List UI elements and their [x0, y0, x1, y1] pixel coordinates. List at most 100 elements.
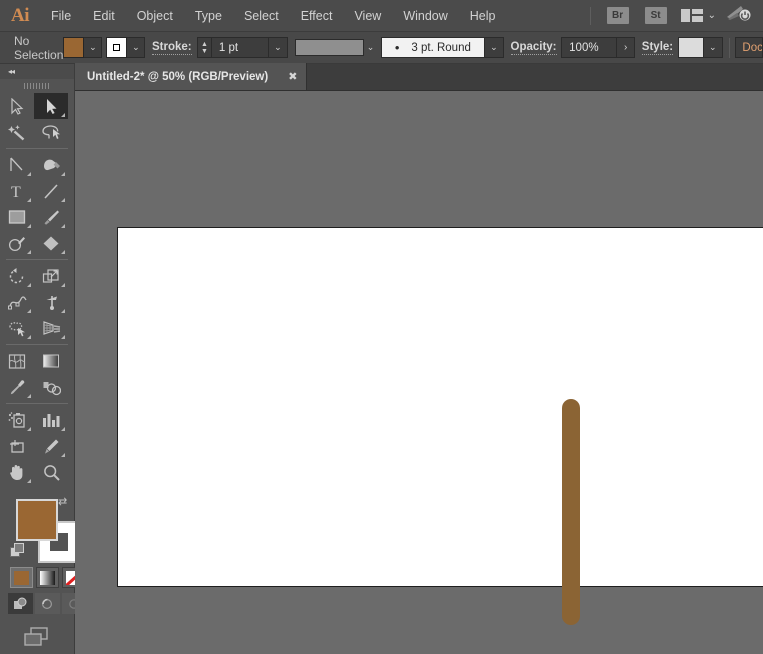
svg-text:T: T [11, 184, 21, 200]
stroke-profile-select[interactable] [295, 39, 365, 56]
slice-tool[interactable] [34, 433, 68, 459]
stock-button[interactable]: St [645, 7, 667, 24]
menubar-divider [590, 7, 591, 25]
menu-bar: Ai File Edit Object Type Select Effect V… [0, 0, 763, 32]
pencil-tool[interactable] [0, 230, 34, 256]
type-tool[interactable]: T [0, 178, 34, 204]
pen-tool[interactable] [0, 152, 34, 178]
add-anchor-point-tool[interactable] [34, 152, 68, 178]
opacity-options-arrow-icon[interactable]: › [617, 37, 635, 58]
draw-normal-button[interactable] [8, 593, 33, 614]
color-mode-buttons [10, 567, 85, 588]
menu-file[interactable]: File [40, 0, 82, 32]
canvas-area[interactable] [75, 91, 763, 654]
menu-help[interactable]: Help [459, 0, 507, 32]
tools-panel: ◂◂ [0, 64, 75, 654]
stroke-weight-label[interactable]: Stroke: [152, 40, 192, 55]
zoom-tool[interactable] [34, 459, 68, 485]
brush-definition-select[interactable]: • 3 pt. Round ⌄ [381, 37, 504, 58]
symbol-sprayer-tool[interactable] [0, 407, 34, 433]
panel-drag-handle[interactable] [0, 79, 74, 93]
perspective-grid-tool[interactable] [34, 315, 68, 341]
style-chevron-down-icon[interactable]: ⌄ [704, 37, 723, 58]
chevron-down-icon[interactable]: ⌄ [708, 10, 716, 21]
collapse-panel-icon[interactable]: ◂◂ [0, 64, 74, 79]
close-icon[interactable]: ✖ [288, 70, 297, 83]
color-mode-color-button[interactable] [10, 567, 33, 588]
brush-definition-value[interactable]: • 3 pt. Round [381, 37, 485, 58]
fill-swatch-group[interactable]: ⌄ [63, 37, 102, 58]
stroke-swatch-group[interactable]: ⌄ [106, 37, 145, 58]
arrange-documents-icon[interactable] [681, 9, 703, 22]
artboard-tool[interactable] [0, 433, 34, 459]
swap-fill-stroke-icon[interactable]: ⇄ [58, 495, 67, 508]
graphic-style-select[interactable]: ⌄ [678, 37, 723, 58]
stroke-weight-stepper[interactable]: ▲▼ 1 pt ⌄ [197, 37, 288, 58]
direct-selection-tool[interactable] [34, 93, 68, 119]
menu-effect[interactable]: Effect [290, 0, 344, 32]
magic-wand-tool[interactable] [0, 119, 34, 145]
line-segment-tool[interactable] [34, 178, 68, 204]
control-bar: No Selection ⌄ ⌄ Stroke: ▲▼ 1 pt ⌄ ⌄ • 3… [0, 32, 763, 64]
toolbar-divider [6, 148, 68, 149]
opacity-control[interactable]: 100% › [561, 37, 635, 58]
brush-chevron-down-icon[interactable]: ⌄ [485, 37, 504, 58]
fill-swatch[interactable] [63, 37, 84, 58]
style-label: Style: [642, 40, 673, 55]
selection-tool[interactable] [0, 93, 34, 119]
opacity-label[interactable]: Opacity: [511, 40, 557, 55]
artboard[interactable] [117, 227, 763, 587]
bridge-button[interactable]: Br [607, 7, 629, 24]
column-graph-tool[interactable] [34, 407, 68, 433]
color-mode-gradient-button[interactable] [36, 567, 59, 588]
screen-mode-button[interactable] [0, 626, 75, 648]
toolbar-divider [6, 259, 68, 260]
selection-status: No Selection [0, 34, 63, 62]
default-fill-stroke-icon[interactable] [10, 543, 25, 558]
fill-dropdown-chevron-down-icon[interactable]: ⌄ [84, 37, 102, 58]
stepper-arrows-icon[interactable]: ▲▼ [197, 37, 212, 58]
stroke-swatch[interactable] [106, 37, 127, 58]
scale-tool[interactable] [34, 263, 68, 289]
stroke-profile-chevron-down-icon[interactable]: ⌄ [364, 37, 377, 58]
rectangle-tool[interactable] [0, 204, 34, 230]
eyedropper-tool[interactable] [0, 374, 34, 400]
color-controls: ⇄ [0, 491, 74, 599]
document-tab-title: Untitled-2* @ 50% (RGB/Preview) [87, 71, 268, 83]
paintbrush-tool[interactable] [34, 204, 68, 230]
document-tab-bar: Untitled-2* @ 50% (RGB/Preview) ✖ [75, 64, 763, 91]
menu-object[interactable]: Object [126, 0, 184, 32]
menu-edit[interactable]: Edit [82, 0, 126, 32]
lasso-tool[interactable] [34, 119, 68, 145]
opacity-input[interactable]: 100% [561, 37, 617, 58]
rocket-icon[interactable] [725, 4, 751, 27]
width-tool[interactable] [0, 289, 34, 315]
stroke-weight-input[interactable]: 1 pt [212, 37, 269, 58]
menu-window[interactable]: Window [392, 0, 458, 32]
app-logo: Ai [0, 5, 40, 27]
fill-color-swatch[interactable] [16, 499, 58, 541]
hand-tool[interactable] [0, 459, 34, 485]
menu-select[interactable]: Select [233, 0, 290, 32]
free-transform-tool[interactable] [34, 289, 68, 315]
document-tab[interactable]: Untitled-2* @ 50% (RGB/Preview) ✖ [75, 63, 307, 90]
brown-vertical-stroke[interactable] [562, 399, 580, 625]
eraser-tool[interactable] [34, 230, 68, 256]
graphic-style-swatch[interactable] [678, 37, 704, 58]
menu-type[interactable]: Type [184, 0, 233, 32]
brush-definition-label: 3 pt. Round [411, 42, 470, 54]
controlbar-divider [729, 38, 730, 58]
blend-tool[interactable] [34, 374, 68, 400]
menu-view[interactable]: View [343, 0, 392, 32]
toolbar-divider [6, 403, 68, 404]
gradient-tool[interactable] [34, 348, 68, 374]
stroke-weight-chevron-down-icon[interactable]: ⌄ [269, 37, 288, 58]
mesh-tool[interactable] [0, 348, 34, 374]
draw-behind-button[interactable] [35, 593, 60, 614]
shape-builder-tool[interactable] [0, 315, 34, 341]
brush-stroke-preview-icon: • [395, 43, 400, 53]
document-setup-button[interactable]: Doc [735, 37, 763, 58]
stroke-dropdown-chevron-down-icon[interactable]: ⌄ [127, 37, 145, 58]
toolbar-divider [6, 344, 68, 345]
rotate-tool[interactable] [0, 263, 34, 289]
